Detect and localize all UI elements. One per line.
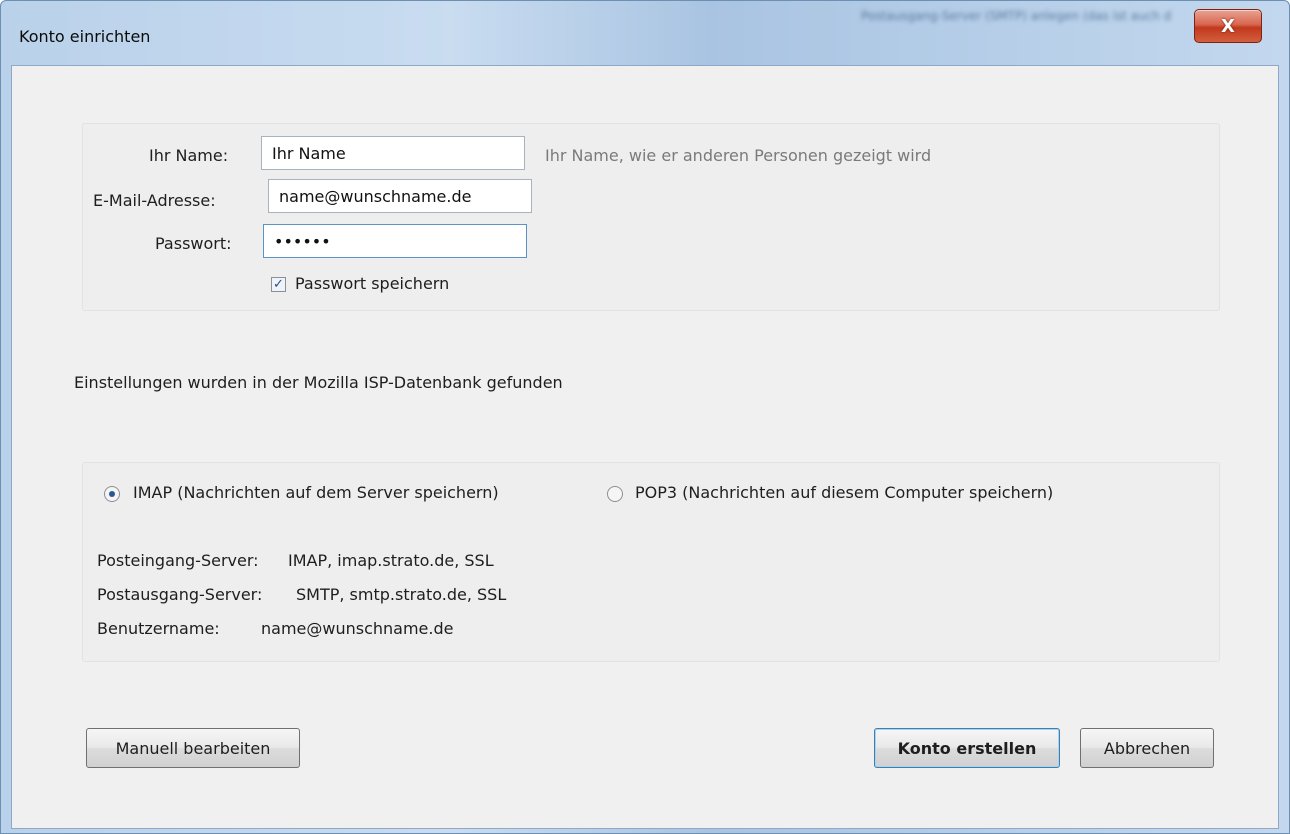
username-value: name@wunschname.de <box>261 619 454 638</box>
create-account-button[interactable]: Konto erstellen <box>874 728 1060 768</box>
outgoing-server-label: Postausgang-Server: <box>97 585 263 604</box>
imap-radio[interactable] <box>104 486 120 502</box>
imap-label[interactable]: IMAP (Nachrichten auf dem Server speiche… <box>133 483 499 502</box>
password-input[interactable] <box>263 224 527 258</box>
manual-edit-button[interactable]: Manuell bearbeiten <box>86 728 300 768</box>
incoming-server-value: IMAP, imap.strato.de, SSL <box>288 551 494 570</box>
identity-group: Ihr Name: Ihr Name, wie er anderen Perso… <box>82 123 1220 311</box>
password-label: Passwort: <box>155 234 232 253</box>
window-title: Konto einrichten <box>19 27 151 46</box>
name-hint: Ihr Name, wie er anderen Personen gezeig… <box>545 146 932 165</box>
cancel-button[interactable]: Abbrechen <box>1080 728 1214 768</box>
background-window-text: Postausgang-Server (SMTP) anlegen (das i… <box>861 9 1171 23</box>
save-password-label[interactable]: Passwort speichern <box>295 274 449 293</box>
close-icon: X <box>1221 15 1235 37</box>
pop3-radio[interactable] <box>607 486 623 502</box>
outgoing-server-value: SMTP, smtp.strato.de, SSL <box>296 585 507 604</box>
name-label: Ihr Name: <box>149 146 229 165</box>
pop3-label[interactable]: POP3 (Nachrichten auf diesem Computer sp… <box>635 483 1053 502</box>
dialog-window: Konto einrichten Postausgang-Server (SMT… <box>0 0 1290 834</box>
email-label: E-Mail-Adresse: <box>93 191 216 210</box>
incoming-server-label: Posteingang-Server: <box>97 551 259 570</box>
name-input[interactable] <box>261 136 525 170</box>
email-input[interactable] <box>268 179 532 213</box>
protocol-group: IMAP (Nachrichten auf dem Server speiche… <box>82 462 1220 662</box>
close-button[interactable]: X <box>1194 9 1262 43</box>
checkmark-icon: ✓ <box>273 277 284 292</box>
save-password-checkbox[interactable]: ✓ <box>271 277 286 292</box>
username-label: Benutzername: <box>97 619 220 638</box>
dialog-content: Ihr Name: Ihr Name, wie er anderen Perso… <box>11 65 1279 829</box>
title-bar[interactable]: Konto einrichten Postausgang-Server (SMT… <box>1 1 1289 63</box>
status-message: Einstellungen wurden in der Mozilla ISP-… <box>74 373 563 392</box>
